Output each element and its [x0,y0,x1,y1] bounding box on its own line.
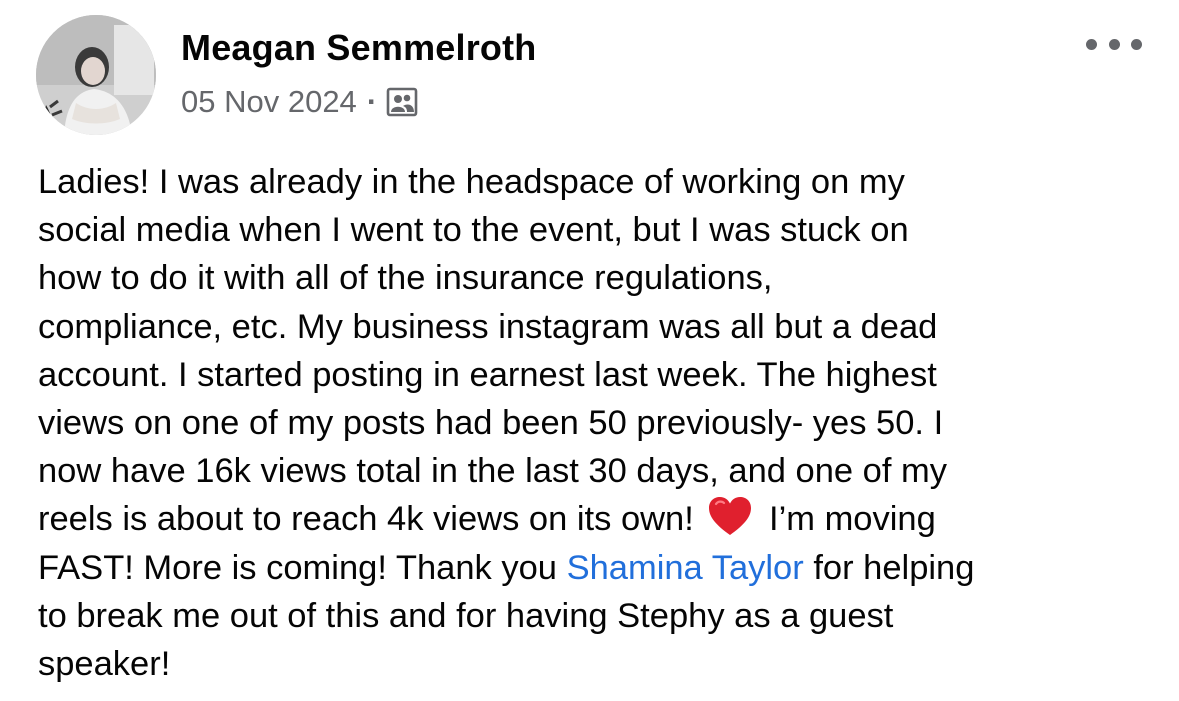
more-dot [1108,38,1120,50]
post-body-segment: I’m moving [759,500,936,539]
post-body-line: to break me out of this and for having S… [38,596,894,635]
author-avatar[interactable] [36,15,156,135]
post-body-line: how to do it with all of the insurance r… [38,259,773,298]
more-dot [1086,38,1097,50]
meta-separator: · [366,84,378,119]
post-body-line: now have 16k views total in the last 30 … [38,452,948,491]
post-body-line: FAST! More is coming! Thank you Shamina … [38,544,1158,592]
post-body-segment: for helping [803,548,975,587]
profile-photo [36,15,156,135]
post-body-line: social media when I went to the event, b… [38,211,909,250]
group-members-icon[interactable] [386,86,418,118]
post-body: Ladies! I was already in the headspace o… [38,158,1158,688]
author-name[interactable]: Meagan Semmelroth [181,27,537,69]
post-body-line: reels is about to reach 4k views on its … [38,495,1158,543]
post-body-segment: reels is about to reach 4k views on its … [38,500,704,539]
post-date[interactable]: 05 Nov 2024 [181,84,357,120]
more-options-icon[interactable] [1086,30,1142,58]
facebook-post: Meagan Semmelroth 05 Nov 2024 · Ladies! … [0,0,1179,701]
post-body-segment: FAST! More is coming! Thank you [38,548,567,587]
post-body-line: views on one of my posts had been 50 pre… [38,404,944,443]
mention-link[interactable]: Shamina Taylor [567,549,804,587]
more-dot [1131,38,1142,50]
heart-emoji [707,496,753,536]
post-body-line: Ladies! I was already in the headspace o… [38,163,905,201]
post-body-line: compliance, etc. My business instagram w… [38,307,938,346]
post-body-line: account. I started posting in earnest la… [38,355,937,394]
post-meta: 05 Nov 2024 · [181,84,418,120]
post-body-line: speaker! [38,645,171,684]
